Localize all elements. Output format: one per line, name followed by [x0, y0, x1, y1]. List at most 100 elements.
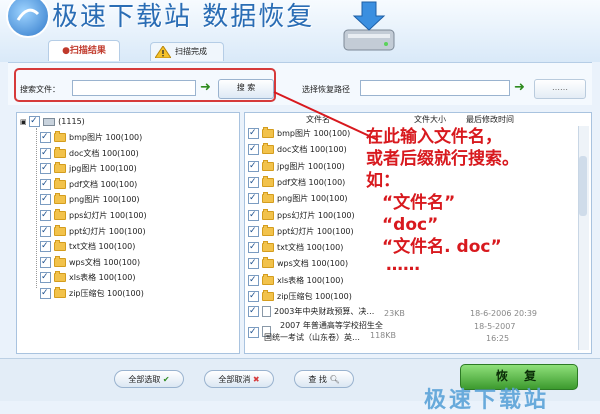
find-label: 查 找 [308, 375, 327, 384]
list-item[interactable]: pps幻灯片 100(100) [248, 207, 355, 224]
tree-item-checkbox[interactable] [40, 129, 51, 145]
list-item-name: doc文档 100(100) [277, 145, 347, 155]
column-header-size[interactable]: 文件大小 [414, 114, 446, 125]
tree-item-checkbox[interactable] [40, 223, 51, 239]
tree-root-checkbox[interactable] [29, 113, 41, 129]
list-item-time-clock: 16:25 [486, 334, 510, 343]
tree-item-label: txt文档 100(100) [69, 242, 136, 252]
tree-item[interactable]: txt文档 100(100) [40, 238, 136, 255]
tree-item[interactable]: doc文档 100(100) [40, 145, 139, 162]
tree-item-checkbox[interactable] [40, 269, 51, 285]
list-item-name-line1: 2007 年普通高等学校招生全 [280, 321, 383, 330]
list-item[interactable]: wps文档 100(100) [248, 255, 349, 272]
list-item-checkbox[interactable] [248, 158, 259, 174]
tree-item-checkbox[interactable] [40, 145, 51, 161]
list-item-name-line2: 国统一考试（山东卷）英… [264, 333, 360, 342]
browse-button[interactable]: …… [534, 79, 586, 99]
list-item[interactable]: ppt幻灯片 100(100) [248, 223, 354, 240]
list-item-checkbox[interactable] [248, 190, 259, 206]
tree-item-checkbox[interactable] [40, 238, 51, 254]
tree-item[interactable]: wps文档 100(100) [40, 254, 140, 271]
drive-icon [43, 117, 56, 126]
list-item[interactable]: jpg图片 100(100) [248, 158, 345, 175]
tree-item-checkbox[interactable] [40, 160, 51, 176]
tree-item[interactable]: zip压缩包 100(100) [40, 285, 144, 302]
search-highlight-box [14, 68, 276, 102]
list-item-checkbox[interactable] [248, 324, 259, 340]
list-item-checkbox[interactable] [248, 255, 259, 271]
list-item[interactable]: pdf文档 100(100) [248, 174, 346, 191]
list-item-checkbox[interactable] [248, 288, 259, 304]
list-item[interactable]: txt文档 100(100) [248, 239, 344, 256]
list-item[interactable]: png图片 100(100) [248, 190, 348, 207]
tab-scan-complete[interactable]: 扫描完成 [150, 42, 224, 61]
tree-item-label: xls表格 100(100) [69, 273, 136, 283]
select-all-label: 全部选取 [128, 375, 161, 384]
list-item-name: xls表格 100(100) [277, 275, 344, 285]
annotation-line: “文件名” [382, 193, 456, 213]
list-item-checkbox[interactable] [248, 272, 259, 288]
list-item-name: txt文档 100(100) [277, 243, 344, 253]
list-item[interactable]: 2003年中央财政预算、决… [248, 303, 374, 320]
tree-item-checkbox[interactable] [40, 254, 51, 270]
tree-item[interactable]: jpg图片 100(100) [40, 160, 137, 177]
tree-item-label: ppt幻灯片 100(100) [69, 226, 146, 236]
tree-item[interactable]: pdf文档 100(100) [40, 176, 137, 193]
tree-item[interactable]: bmp图片 100(100) [40, 129, 143, 146]
find-button[interactable]: 查 找 🔍︎ [294, 370, 354, 388]
arrow-right-icon: ➜ [514, 80, 525, 95]
tree-item[interactable]: pps幻灯片 100(100) [40, 207, 147, 224]
list-item-checkbox[interactable] [248, 125, 259, 141]
watermark-text: 极速下载站 [424, 388, 550, 413]
tree-item-label: zip压缩包 100(100) [69, 289, 144, 298]
list-item-name: zip压缩包 100(100) [277, 292, 352, 301]
folder-icon [262, 257, 274, 269]
tree-item[interactable]: ppt幻灯片 100(100) [40, 223, 146, 240]
list-item-checkbox[interactable] [248, 239, 259, 255]
list-item-checkbox[interactable] [248, 174, 259, 190]
list-item-name: pps幻灯片 100(100) [277, 210, 355, 220]
folder-icon [262, 224, 274, 236]
folder-icon [262, 208, 274, 220]
list-item-size: 23KB [384, 309, 405, 318]
list-item-checkbox[interactable] [248, 223, 259, 239]
list-item-time: 18-6-2006 20:39 [470, 309, 537, 318]
restore-path-input[interactable] [360, 80, 510, 96]
list-item-checkbox[interactable] [248, 141, 259, 157]
folder-icon [54, 224, 66, 236]
column-header-name[interactable]: 文件名 [306, 114, 330, 125]
list-item-name: jpg图片 100(100) [277, 161, 345, 171]
folder-icon [262, 127, 274, 138]
list-item[interactable]: doc文档 100(100) [248, 141, 347, 158]
tab-scan-results[interactable]: ●扫描结果 [48, 40, 120, 61]
list-item-name: wps文档 100(100) [277, 259, 349, 269]
tree-connector [36, 128, 37, 288]
tree-item-checkbox[interactable] [40, 176, 51, 192]
app-title: 极速下载站 数据恢复 [52, 2, 315, 32]
tree-item-checkbox[interactable] [40, 207, 51, 223]
folder-icon [54, 131, 66, 142]
tree-item-label: bmp图片 100(100) [69, 133, 143, 142]
list-item[interactable]: xls表格 100(100) [248, 272, 344, 289]
annotation-line: 或者后缀就行搜索。 [366, 149, 519, 169]
deselect-all-button[interactable]: 全部取消 ✖ [204, 370, 274, 388]
folder-icon [262, 192, 274, 204]
folder-icon [54, 287, 66, 298]
tree-item[interactable]: png图片 100(100) [40, 191, 140, 208]
tree-item-checkbox[interactable] [40, 285, 51, 301]
list-item[interactable]: bmp图片 100(100) [248, 125, 350, 142]
column-header-time[interactable]: 最后修改时间 [466, 114, 514, 125]
tree-item-label: pps幻灯片 100(100) [69, 211, 147, 220]
list-item-name: pdf文档 100(100) [277, 177, 346, 187]
list-item[interactable]: zip压缩包 100(100) [248, 288, 352, 305]
list-item-checkbox[interactable] [248, 303, 259, 319]
list-item-checkbox[interactable] [248, 207, 259, 223]
tree-root[interactable]: ▣ (1115) [20, 113, 85, 130]
tree-item-checkbox[interactable] [40, 191, 51, 207]
deselect-all-label: 全部取消 [218, 375, 251, 384]
select-all-button[interactable]: 全部选取 ✔ [114, 370, 184, 388]
folder-icon [54, 177, 66, 189]
annotation-line: “doc” [382, 215, 439, 235]
folder-icon [54, 162, 66, 174]
tree-item[interactable]: xls表格 100(100) [40, 269, 136, 286]
